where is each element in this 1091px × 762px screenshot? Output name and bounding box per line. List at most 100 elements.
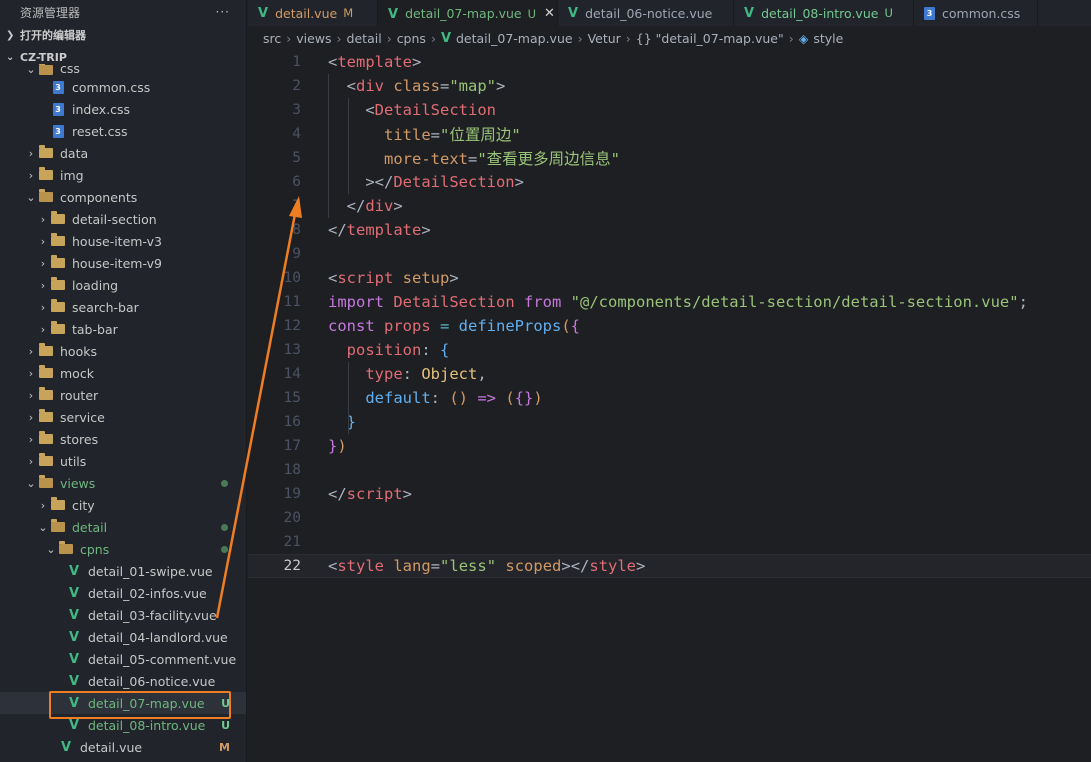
tree-item-label: detail_08-intro.vue [88, 717, 206, 733]
tree-item[interactable]: Vdetail_05-comment.vue [0, 648, 246, 670]
breadcrumb-item[interactable]: detail_07-map.vue [456, 31, 573, 46]
line-number: 4 [292, 126, 301, 142]
code-token: setup [393, 269, 450, 287]
tree-item[interactable]: › hooks [0, 340, 246, 362]
code-token: </ [328, 485, 347, 503]
tab-detail-08-intro-vue[interactable]: Vdetail_08-intro.vue U [734, 0, 914, 26]
line-number: 16 [283, 414, 301, 430]
folder-icon [38, 189, 54, 204]
tree-item[interactable]: Vdetail_02-infos.vue [0, 582, 246, 604]
tree-item[interactable]: › house-item-v3 [0, 230, 246, 252]
code-text: position: { [328, 341, 450, 359]
code-line: 1 <template> [248, 50, 1091, 74]
tree-item[interactable]: › mock [0, 362, 246, 384]
vue-file-icon: V [440, 30, 451, 46]
tree-item[interactable]: ⌄ components [0, 186, 246, 208]
tree-item[interactable]: Vdetail_04-landlord.vue [0, 626, 246, 648]
line-number: 5 [292, 150, 301, 166]
tab-common-css[interactable]: 3 common.css [914, 0, 1038, 26]
tree-item[interactable]: › data [0, 142, 246, 164]
tree-item[interactable]: › city [0, 494, 246, 516]
git-status-dot [221, 479, 228, 487]
folder-icon [50, 299, 66, 314]
tree-item[interactable]: Vdetail_06-notice.vue [0, 670, 246, 692]
tree-item[interactable]: ⌄ css [0, 64, 246, 76]
line-number: 18 [283, 462, 301, 478]
tree-item[interactable]: › tab-bar [0, 318, 246, 340]
chevron-right-icon: › [336, 30, 342, 46]
tree-item[interactable]: › loading [0, 274, 246, 296]
tree-item[interactable]: › detail-section [0, 208, 246, 230]
tree-item[interactable]: ⌄ cpns [0, 538, 246, 560]
tab-detail-06-notice-vue[interactable]: Vdetail_06-notice.vue [558, 0, 734, 26]
breadcrumb-item[interactable]: {} "detail_07-map.vue" [636, 31, 784, 46]
folder-icon [50, 255, 66, 270]
css-file-icon: 3 [50, 102, 66, 116]
code-token: > [402, 485, 413, 503]
code-line: 7 </div> [248, 194, 1091, 218]
breadcrumb-item[interactable]: views [296, 31, 331, 46]
tab-detail-vue[interactable]: Vdetail.vue M [248, 0, 378, 26]
tree-item[interactable]: ⌄ views [0, 472, 246, 494]
code-token: "@/components/detail-section/detail-sect… [561, 293, 1019, 311]
css-file-icon: 3 [50, 80, 66, 94]
code-text: } [328, 413, 356, 431]
chevron-down-icon: ⌄ [26, 64, 36, 76]
tree-item[interactable]: › service [0, 406, 246, 428]
breadcrumb-item[interactable]: detail [347, 31, 382, 46]
tab-detail-07-map-vue[interactable]: Vdetail_07-map.vue U ✕ [378, 0, 558, 26]
tree-item[interactable]: Vdetail_08-intro.vue U [0, 714, 246, 736]
chevron-down-icon: ⌄ [26, 190, 36, 204]
tree-item[interactable]: › house-item-v9 [0, 252, 246, 274]
code-line: 21 [248, 530, 1091, 554]
breadcrumb-item[interactable]: src [263, 31, 281, 46]
tree-item[interactable]: › img [0, 164, 246, 186]
git-status-badge: U [884, 6, 893, 20]
open-editors-section[interactable]: ❯ 打开的编辑器 [0, 24, 246, 46]
code-line: 14 type: Object, [248, 362, 1091, 386]
folder-icon [38, 409, 54, 424]
code-token: < [328, 77, 356, 95]
tree-item-label: detail [72, 519, 108, 535]
vue-file-icon: V [68, 717, 80, 733]
code-token: ) [533, 389, 543, 407]
tree-item[interactable]: Vdetail_03-facility.vue [0, 604, 246, 626]
tree-item-label: detail_03-facility.vue [88, 607, 217, 623]
chevron-right-icon: › [28, 344, 34, 358]
tree-item[interactable]: › stores [0, 428, 246, 450]
folder-icon [38, 365, 54, 380]
tree-item[interactable]: 3 index.css [0, 98, 246, 120]
chevron-right-icon: › [40, 256, 46, 270]
vue-file-icon: V [68, 651, 80, 667]
chevron-right-icon: › [40, 498, 46, 512]
code-text: <div class="map"> [328, 77, 506, 95]
code-editor[interactable]: 1 <template> 2 <div class="map"> 3 <DetailS… [248, 50, 1091, 762]
breadcrumb-item[interactable]: cpns [397, 31, 426, 46]
folder-icon [50, 321, 66, 336]
more-actions-icon[interactable]: ··· [216, 5, 230, 19]
code-token: ) [337, 437, 347, 455]
tree-item-label: detail_07-map.vue [88, 695, 205, 711]
code-token: script [337, 269, 394, 287]
breadcrumb-item[interactable]: style [813, 31, 843, 46]
close-icon[interactable]: ✕ [544, 6, 555, 21]
tree-item[interactable]: 3 common.css [0, 76, 246, 98]
tree-item[interactable]: ⌄ detail [0, 516, 246, 538]
code-token: script [346, 485, 403, 503]
tree-item[interactable]: › search-bar [0, 296, 246, 318]
tree-item[interactable]: Vdetail_07-map.vue U [0, 692, 246, 714]
indent-guide [328, 74, 329, 218]
code-token: > [412, 53, 422, 71]
tree-item-label: router [60, 387, 99, 403]
tree-item-label: views [60, 475, 96, 491]
tree-item[interactable]: 3 reset.css [0, 120, 246, 142]
code-token: lang [384, 557, 431, 575]
tree-item[interactable]: › router [0, 384, 246, 406]
line-number: 7 [292, 198, 301, 214]
breadcrumb-item[interactable]: Vetur [588, 31, 621, 46]
vue-file-icon: V [68, 563, 80, 579]
tree-item[interactable]: › utils [0, 450, 246, 472]
tree-item[interactable]: Vdetail.vue M [0, 736, 246, 758]
tree-item[interactable]: Vdetail_01-swipe.vue [0, 560, 246, 582]
line-number: 13 [283, 342, 301, 358]
